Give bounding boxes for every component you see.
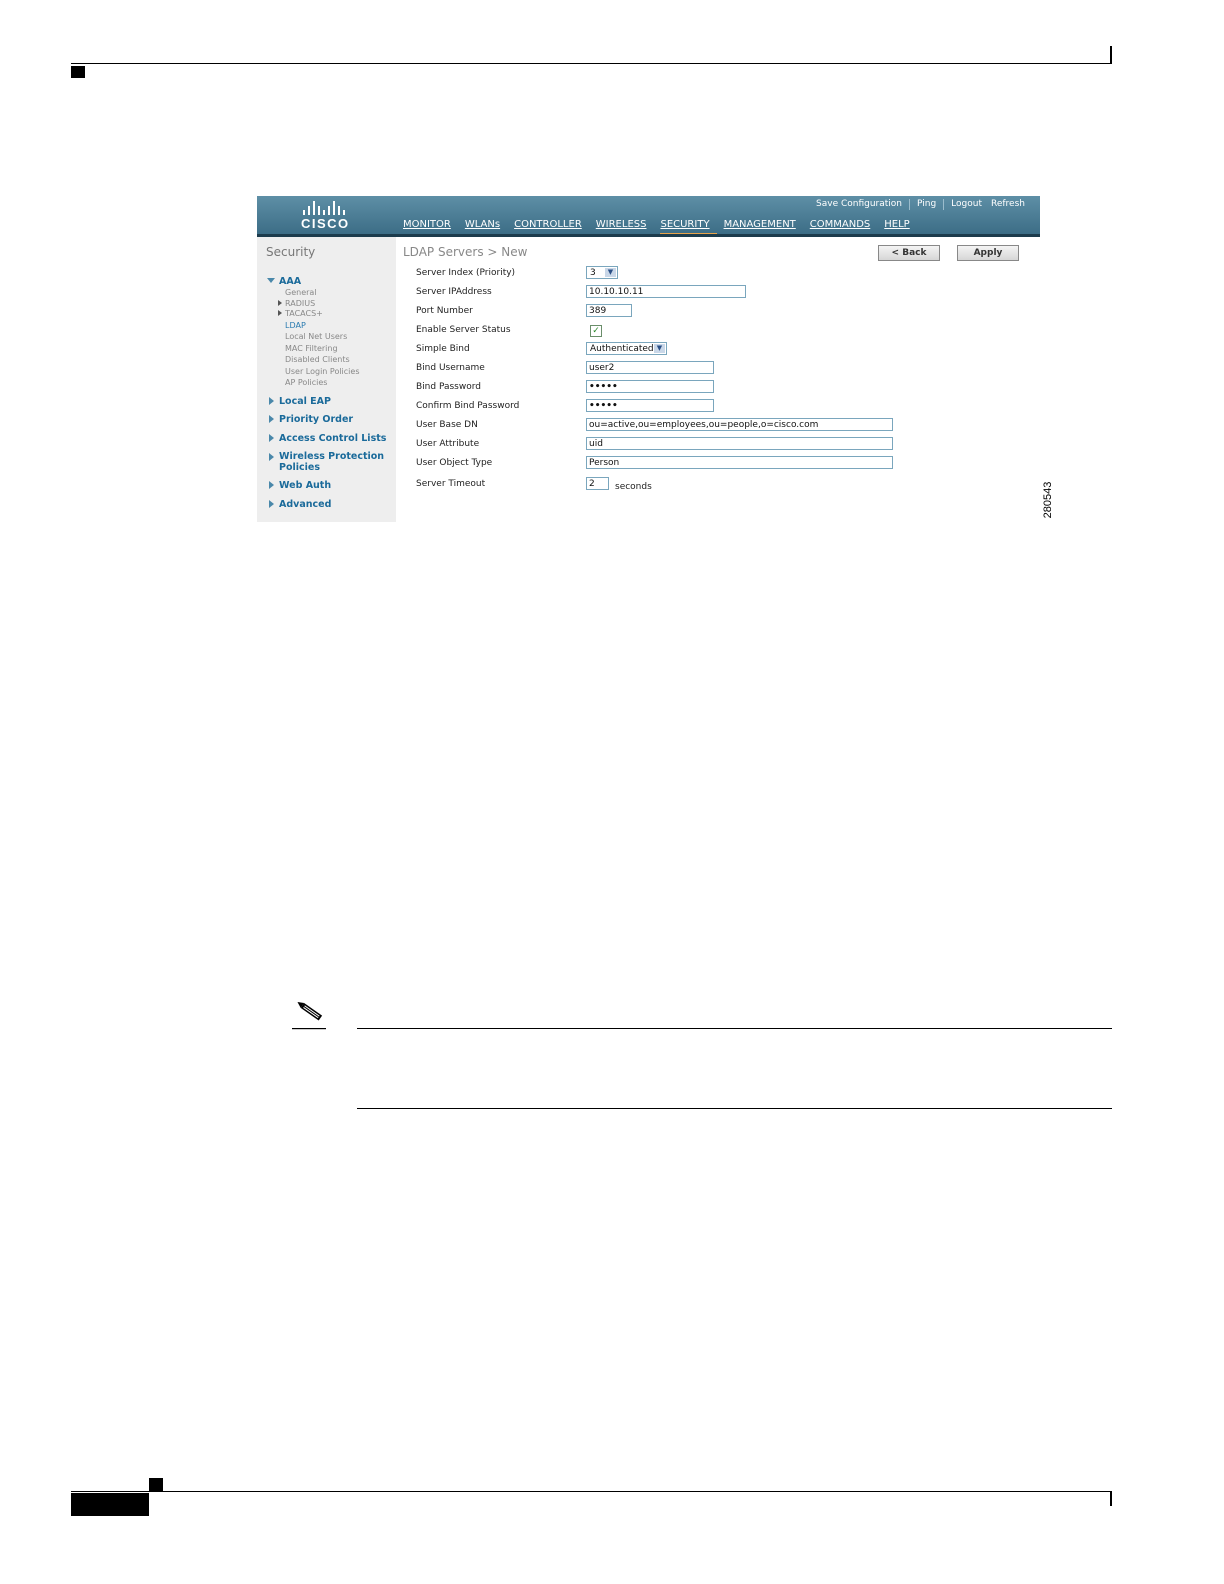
sidebar-item-web-auth[interactable]: Web Auth <box>269 480 331 491</box>
sidebar-item-access-control-lists[interactable]: Access Control Lists <box>269 433 386 444</box>
top-bar: CISCO Save Configuration Ping Logout Ref… <box>257 196 1040 236</box>
sidebar-subitem-ldap[interactable]: LDAP <box>285 321 306 330</box>
port-number-input[interactable]: 389 <box>586 304 632 317</box>
enable-server-status-checkbox[interactable]: ✓ <box>590 325 602 337</box>
port-number-label: Port Number <box>416 306 473 316</box>
logout-link[interactable]: Logout <box>943 199 989 210</box>
collapsed-icon <box>269 500 274 508</box>
figure-number: 280543 <box>1042 481 1054 519</box>
user-attribute-label: User Attribute <box>416 439 480 449</box>
footer-rule <box>71 1491 1112 1492</box>
pencil-note-icon <box>292 1002 326 1030</box>
sidebar-subitem-disabled-clients[interactable]: Disabled Clients <box>285 355 350 364</box>
sidebar-subitem-ap-policies[interactable]: AP Policies <box>285 378 327 387</box>
server-ip-label: Server IPAddress <box>416 287 492 297</box>
confirm-bind-password-label: Confirm Bind Password <box>416 401 520 411</box>
bind-password-input[interactable]: ••••• <box>586 380 714 393</box>
sidebar-item-advanced[interactable]: Advanced <box>269 499 331 510</box>
user-object-type-label: User Object Type <box>416 458 493 468</box>
apply-button[interactable]: Apply <box>957 245 1019 261</box>
controller-screenshot: CISCO Save Configuration Ping Logout Ref… <box>257 196 1040 522</box>
cisco-logo: CISCO <box>301 201 357 231</box>
sidebar-subitem-user-login-policies[interactable]: User Login Policies <box>285 367 360 376</box>
refresh-link[interactable]: Refresh <box>989 199 1032 210</box>
user-base-dn-label: User Base DN <box>416 420 478 430</box>
footer-tick-mark <box>1110 1492 1112 1506</box>
note-rule-bottom <box>357 1108 1112 1109</box>
collapsed-icon <box>269 415 274 423</box>
enable-server-status-label: Enable Server Status <box>416 325 511 335</box>
server-timeout-label: Server Timeout <box>416 479 486 489</box>
user-object-type-input[interactable]: Person <box>586 456 893 469</box>
server-index-select[interactable]: 3 ▼ <box>586 266 618 279</box>
collapsed-icon <box>278 300 282 306</box>
top-links: Save Configuration Ping Logout Refresh <box>809 199 1032 210</box>
collapsed-icon <box>269 397 274 405</box>
sidebar-subitem-local-net-users[interactable]: Local Net Users <box>285 332 347 341</box>
header-tick-mark <box>1110 46 1112 64</box>
sidebar-subitem-mac-filtering[interactable]: MAC Filtering <box>285 344 338 353</box>
sidebar-title: Security <box>266 245 316 259</box>
bind-username-input[interactable]: user2 <box>586 361 714 374</box>
header-marker <box>71 66 85 78</box>
footer-page-block <box>71 1493 149 1516</box>
bind-password-label: Bind Password <box>416 382 481 392</box>
sidebar-subitem-tacacs[interactable]: TACACS+ <box>278 309 323 318</box>
user-attribute-input[interactable]: uid <box>586 437 893 450</box>
ping-link[interactable]: Ping <box>909 199 943 210</box>
page-title: LDAP Servers > New <box>403 245 528 259</box>
sidebar-item-wireless-protection-policies[interactable]: Wireless Protection Policies <box>269 451 387 473</box>
back-button[interactable]: < Back <box>878 245 940 261</box>
simple-bind-select[interactable]: Authenticated ▼ <box>586 342 667 355</box>
collapsed-icon <box>269 453 274 461</box>
collapsed-icon <box>269 481 274 489</box>
server-timeout-unit: seconds <box>615 482 652 492</box>
collapsed-icon <box>269 434 274 442</box>
collapsed-icon <box>278 310 282 316</box>
confirm-bind-password-input[interactable]: ••••• <box>586 399 714 412</box>
footer-marker <box>149 1478 163 1491</box>
expanded-icon <box>267 278 275 283</box>
server-ip-input[interactable]: 10.10.10.11 <box>586 285 746 298</box>
header-rule <box>71 63 1112 64</box>
bind-username-label: Bind Username <box>416 363 485 373</box>
sidebar-item-aaa[interactable]: AAA <box>267 276 301 287</box>
checkmark-icon: ✓ <box>592 326 600 336</box>
logo-text: CISCO <box>301 216 350 231</box>
sidebar-item-local-eap[interactable]: Local EAP <box>269 396 331 407</box>
chevron-down-icon: ▼ <box>654 344 665 353</box>
sidebar: Security AAA General RADIUS TACACS+ LDAP… <box>257 237 396 522</box>
chevron-down-icon: ▼ <box>605 268 616 277</box>
sidebar-subitem-general[interactable]: General <box>285 288 317 297</box>
note-rule-top <box>357 1028 1112 1029</box>
sidebar-subitem-radius[interactable]: RADIUS <box>278 299 315 308</box>
server-index-label: Server Index (Priority) <box>416 268 516 278</box>
simple-bind-label: Simple Bind <box>416 344 470 354</box>
user-base-dn-input[interactable]: ou=active,ou=employees,ou=people,o=cisco… <box>586 418 893 431</box>
server-timeout-input[interactable]: 2 <box>586 477 609 490</box>
sidebar-item-priority-order[interactable]: Priority Order <box>269 414 353 425</box>
cisco-bars-icon <box>303 201 357 215</box>
save-configuration-link[interactable]: Save Configuration <box>809 199 909 210</box>
